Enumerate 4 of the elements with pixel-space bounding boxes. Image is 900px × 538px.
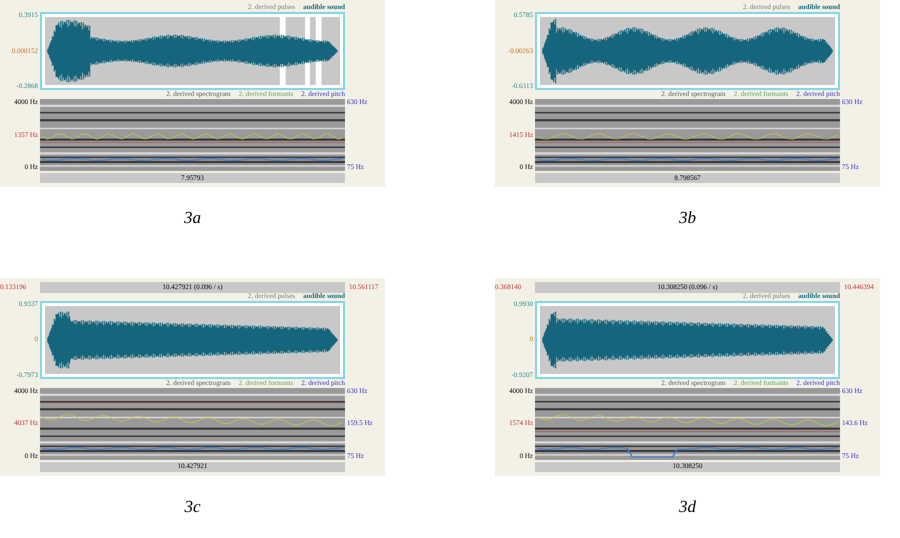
figure-caption: 3a bbox=[184, 207, 201, 229]
figure-caption: 3c bbox=[184, 496, 201, 518]
figure-caption: 3d bbox=[679, 496, 696, 518]
figure-caption: 3b bbox=[679, 207, 696, 229]
